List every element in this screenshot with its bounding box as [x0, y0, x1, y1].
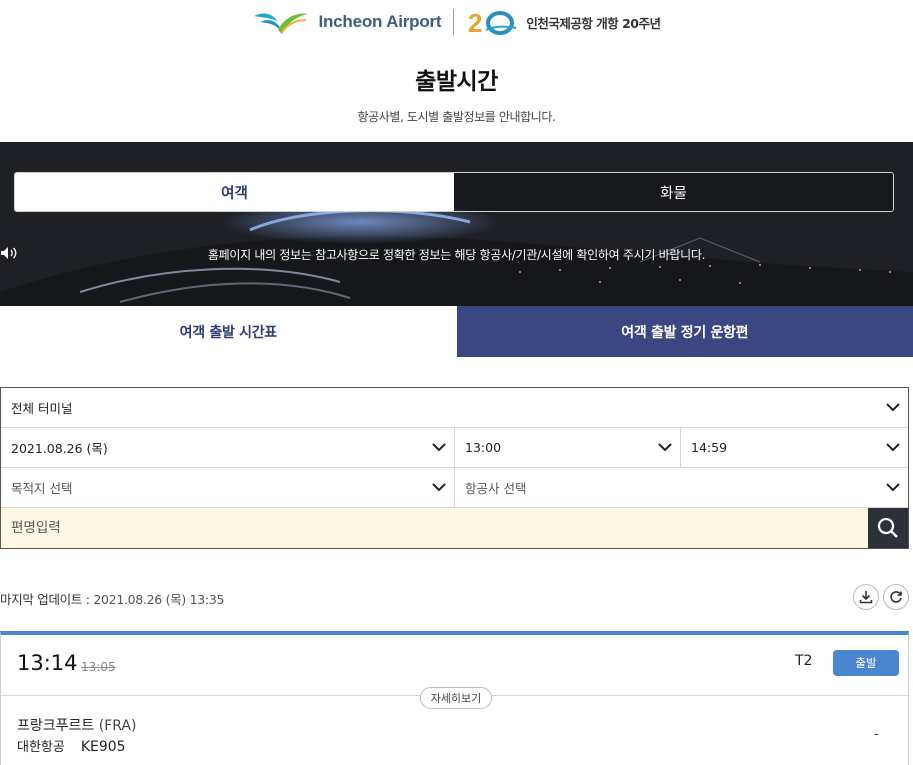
flight-number: KE905 [80, 739, 126, 755]
terminal-select[interactable]: 전체 터미널 [1, 388, 908, 427]
destination-name: 프랑크푸르트 [17, 718, 95, 734]
flight-number-input[interactable] [1, 508, 868, 548]
scheduled-time: 13:05 [81, 660, 116, 674]
incheon-airport-logo-icon [254, 13, 309, 34]
chevron-down-icon [658, 443, 672, 452]
category-tabs: 여객 화물 [14, 172, 894, 212]
speaker-icon [1, 247, 17, 259]
destination-select[interactable]: 목적지 선택 [1, 468, 455, 507]
last-update-label: 마지막 업데이트 : [0, 592, 90, 607]
page-subtitle: 항공사별, 도시별 출발정보를 안내합니다. [357, 110, 556, 124]
gate-value: - [874, 727, 879, 742]
filter-row-destination: 목적지 선택 항공사 선택 [1, 468, 908, 508]
terminal-label: T2 [795, 653, 813, 669]
time-from-value: 13:00 [465, 440, 502, 455]
airline-name: 대한항공 [17, 740, 65, 755]
filter-row-datetime: 2021.08.26 (목) 13:00 14:59 [1, 428, 908, 468]
logo-divider [453, 9, 455, 35]
tab-departure-timetable[interactable]: 여객 출발 시간표 [0, 306, 457, 357]
logo-text: Incheon Airport [318, 12, 442, 31]
last-update: 마지막 업데이트 : 2021.08.26 (목) 13:35 [0, 589, 224, 608]
destination-code: (FRA) [98, 718, 137, 734]
flight-card: 13:14 13:05 T2 출발 자세히보기 프랑크푸르트 (FRA) 대한항… [0, 631, 909, 765]
anniversary-text: 인천국제공항 개항 20주년 [526, 15, 661, 31]
airline-select[interactable]: 항공사 선택 [455, 468, 908, 507]
anniversary-20-icon: 2 [468, 8, 517, 36]
site-header: Incheon Airport 2 인천국제공항 개항 20주년 [0, 0, 913, 44]
time-to-value: 14:59 [691, 440, 728, 455]
schedule-tabs: 여객 출발 시간표 여객 출발 정기 운항편 [0, 306, 913, 357]
search-icon [877, 517, 898, 538]
time-from-select[interactable]: 13:00 [455, 428, 681, 467]
status-badge: 출발 [833, 650, 899, 676]
airline-info: 대한항공 KE905 [17, 736, 126, 755]
date-select[interactable]: 2021.08.26 (목) [1, 428, 455, 467]
notice-text: 홈페이지 내의 정보는 참고사항으로 정확한 정보는 해당 항공사/기관/시설에… [207, 248, 706, 262]
date-select-value: 2021.08.26 (목) [11, 441, 108, 456]
svg-text:2: 2 [468, 8, 482, 36]
logo[interactable]: Incheon Airport 2 인천국제공항 개항 20주년 [252, 8, 661, 36]
tab-cargo[interactable]: 화물 [454, 173, 893, 211]
destination: 프랑크푸르트 (FRA) [17, 715, 136, 735]
time-to-select[interactable]: 14:59 [681, 428, 908, 467]
chevron-down-icon [886, 403, 900, 412]
airport-night-image [0, 142, 913, 306]
flight-search-row [1, 508, 908, 548]
last-update-value: 2021.08.26 (목) 13:35 [93, 592, 225, 607]
refresh-button[interactable] [883, 584, 909, 610]
airline-select-value: 항공사 선택 [465, 481, 527, 496]
chevron-down-icon [432, 443, 446, 452]
chevron-down-icon [432, 483, 446, 492]
download-icon [859, 591, 873, 604]
detail-button[interactable]: 자세히보기 [420, 687, 492, 709]
notice: 홈페이지 내의 정보는 참고사항으로 정확한 정보는 해당 항공사/기관/시설에… [0, 246, 913, 263]
departure-time: 13:14 [17, 651, 78, 675]
flight-filter-form: 전체 터미널 2021.08.26 (목) 13:00 14:59 목적지 선택… [0, 387, 909, 549]
destination-select-value: 목적지 선택 [11, 481, 73, 496]
hero-banner: 여객 화물 홈페이지 내의 정보는 참고사항으로 정확한 정보는 해당 항공사/… [0, 142, 913, 306]
filter-row-terminal: 전체 터미널 [1, 388, 908, 428]
download-button[interactable] [853, 584, 879, 610]
chevron-down-icon [886, 483, 900, 492]
tab-regular-flights[interactable]: 여객 출발 정기 운항편 [456, 306, 913, 357]
tab-passenger[interactable]: 여객 [15, 173, 454, 211]
page-title: 출발시간 [415, 69, 498, 95]
chevron-down-icon [886, 443, 900, 452]
refresh-icon [890, 591, 902, 603]
search-button[interactable] [868, 508, 908, 548]
terminal-select-value: 전체 터미널 [11, 401, 73, 416]
